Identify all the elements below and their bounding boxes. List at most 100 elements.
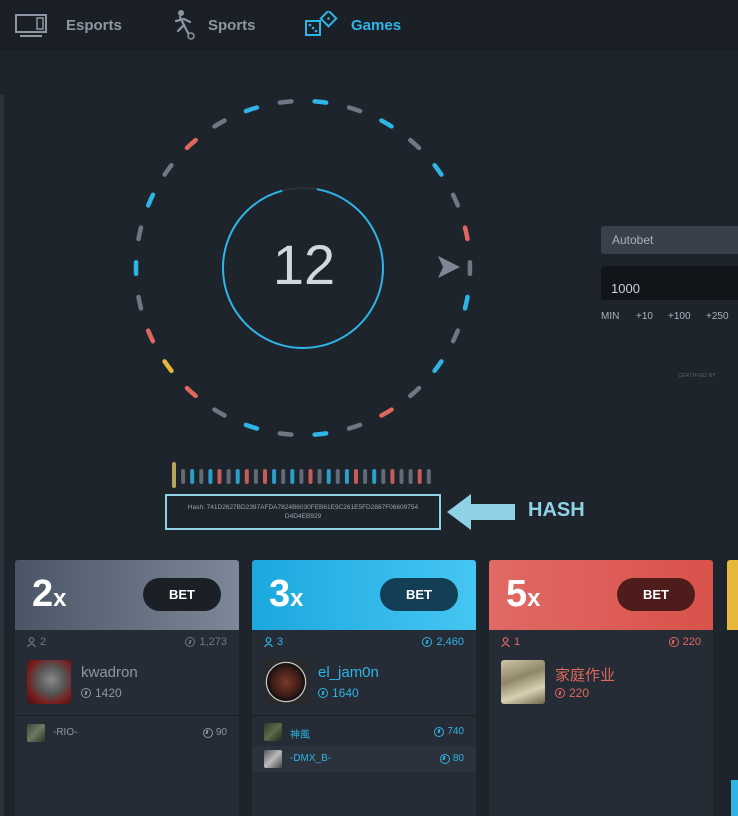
history-roll [190,469,195,484]
wheel-segment [243,105,260,114]
history-roll [363,469,368,484]
wheel-segment [162,359,174,374]
wheel-segment [462,225,470,242]
round-hash: Hash: 741D2627BD2397AFDA7824B6030FEB61E9… [165,494,441,530]
user-icon [264,637,273,647]
player-name: -DMX_B- [290,753,332,764]
wheel-segment [379,407,394,418]
wheel-segment [145,328,156,344]
column-total: 1,273 [199,636,227,648]
bettor-row: -RIO- 90 [15,720,239,746]
bet-amount-input[interactable] [601,266,738,300]
coin-icon [668,637,679,647]
history-roll [172,462,176,488]
autobet-toggle[interactable]: Autobet [601,226,738,254]
column-stats: 3 2,460 [264,636,464,650]
bet-3x-button[interactable]: BET [380,578,458,611]
history-roll [235,469,240,484]
column-total: 2,460 [436,636,464,648]
history-roll [253,469,258,484]
wheel-segment [346,422,363,431]
history-roll [344,469,349,484]
multiplier-label: 2x [32,573,67,615]
wheel-segment [450,328,461,344]
wheel-segment [277,99,294,105]
wheel-segment [184,385,198,399]
history-roll [426,469,431,484]
left-arrow-icon [447,494,515,530]
avatar [264,750,282,768]
wheel-segment [162,162,174,177]
bet-5x-button[interactable]: BET [617,578,695,611]
nav-sports[interactable]: Sports [172,0,256,50]
column-total: 220 [682,636,701,648]
divider [252,715,476,716]
player-count: 1 [514,636,521,648]
wheel-segment [450,192,461,208]
history-roll [208,469,213,484]
history-roll [381,469,386,484]
bet-2x-button[interactable]: BET [143,578,221,611]
top-bettor: el_jam0n 1640 [264,658,474,710]
player-count: 2 [40,636,47,648]
column-header: 5x BET [489,560,713,630]
history-roll [226,469,231,484]
avatar [501,660,545,704]
coin-icon [434,726,445,737]
quick-plus10-button[interactable]: +10 [636,311,653,322]
soccer-player-icon [174,10,195,40]
top-bettor: 家庭作业 220 [501,658,711,710]
player-amount: 740 [434,726,464,737]
history-roll [263,469,267,484]
column-header: 3x BET [252,560,476,630]
bet-column-2x: 2x BET 2 1,273 kwadron 1420 -RIO- 90 [15,560,239,816]
player-name: 神風 [290,730,310,741]
coin-icon [202,727,213,738]
column-header: 2x BET [15,560,239,630]
history-roll [199,469,204,484]
coin-icon [81,688,91,698]
history-roll [308,469,313,484]
wheel-segment [462,294,470,311]
bet-column-partial [727,560,738,630]
nav-esports[interactable]: Esports [14,0,122,50]
history-roll [335,469,340,484]
wheel-segment [432,359,444,374]
history-roll [299,469,304,484]
quick-min-button[interactable]: MIN [601,311,619,322]
wheel-segment [432,162,444,177]
bet-column-5x: 5x BET 1 220 家庭作业 220 [489,560,713,816]
round-countdown: 12 [272,232,336,296]
coin-icon [422,637,433,647]
player-amount: 220 [555,686,589,700]
hash-line-2: D4D4EB929 [284,513,322,520]
hash-callout: HASH [528,499,585,521]
avatar [27,724,45,742]
quick-plus100-button[interactable]: +100 [668,311,691,322]
quick-plus250-button[interactable]: +250 [706,311,729,322]
coin-icon [185,637,196,647]
player-amount: 90 [202,727,227,738]
coin-icon [318,688,328,698]
certified-by-label: CERTIFIED BY [678,373,716,379]
wheel-segment [312,431,329,437]
wheel-segment [277,431,294,437]
avatar [27,660,71,704]
player-name: kwadron [81,664,138,681]
coin-icon [439,753,450,764]
wheel-pointer-icon [438,256,460,278]
wheel-segment [145,192,156,208]
nav-games[interactable]: Games [303,0,401,50]
wheel-segment [379,118,394,129]
history-roll [281,469,286,484]
history-roll [326,469,331,484]
wheel-segment [184,137,198,151]
bettor-row: -DMX_B- 80 [252,746,476,772]
player-name: -RIO- [53,727,78,738]
history-roll [408,469,413,484]
nav-games-label: Games [351,16,402,34]
player-name: el_jam0n [318,664,379,681]
history-roll [217,469,222,484]
wheel-segment [136,225,144,242]
bettor-row: 神風 740 [252,719,476,745]
